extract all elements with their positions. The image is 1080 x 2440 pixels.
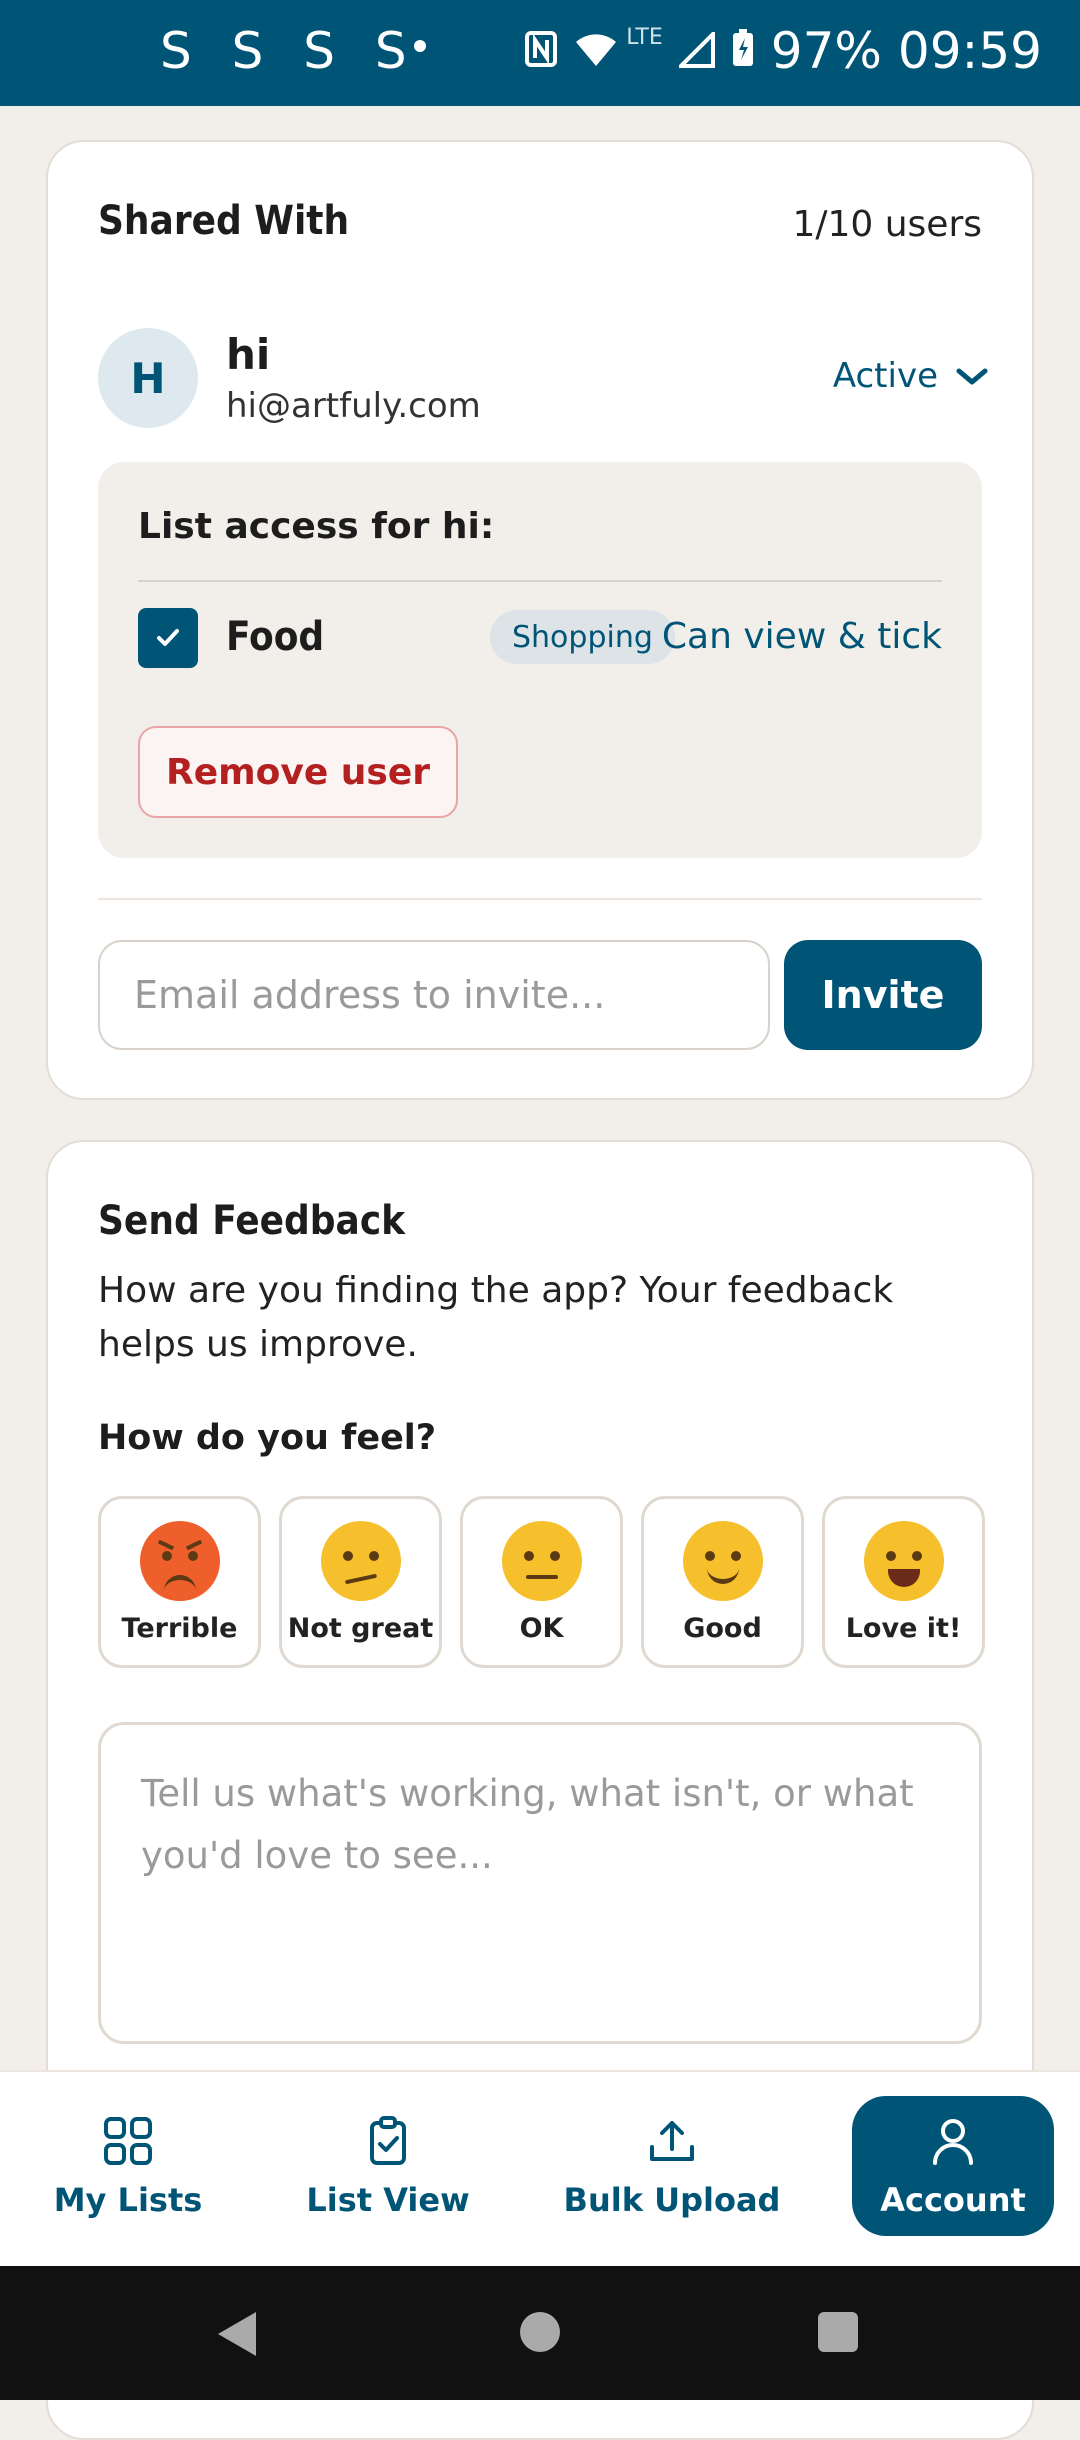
mood-ok-button[interactable]: OK	[460, 1496, 623, 1668]
mood-not-great-button[interactable]: Not great	[279, 1496, 442, 1668]
user-icon	[933, 2119, 973, 2165]
battery-charging-icon	[731, 22, 755, 80]
invite-button[interactable]: Invite	[784, 940, 982, 1050]
user-email: hi@artfuly.com	[226, 386, 481, 426]
mood-love-it-button[interactable]: Love it!	[822, 1496, 985, 1668]
user-status-dropdown[interactable]: Active	[833, 356, 988, 396]
grid-icon	[104, 2117, 152, 2165]
mood-terrible-button[interactable]: Terrible	[98, 1496, 261, 1668]
avatar: H	[98, 328, 198, 428]
user-status-label: Active	[832, 356, 938, 396]
nav-label: Bulk Upload	[563, 2181, 781, 2219]
mood-selector: Terrible Not great OK Good Love it!	[98, 1496, 985, 1668]
back-icon[interactable]	[218, 2312, 256, 2356]
nav-label: My Lists	[53, 2181, 203, 2219]
users-count: 1/10 users	[792, 204, 982, 245]
nav-label: Account	[880, 2181, 1026, 2219]
home-icon[interactable]	[520, 2312, 560, 2352]
slight-smile-face-icon	[682, 1520, 763, 1601]
lte-label: LTE	[626, 24, 663, 50]
invite-email-input[interactable]: Email address to invite...	[98, 940, 770, 1050]
upload-icon	[650, 2121, 694, 2161]
nav-bulk-upload[interactable]: Bulk Upload	[552, 2096, 792, 2236]
signal-icon	[675, 22, 715, 80]
status-icons: LTE 97% 09:59	[524, 22, 1042, 80]
list-name: Food	[226, 614, 325, 660]
confused-face-icon	[320, 1520, 401, 1601]
feedback-question: How do you feel?	[98, 1418, 437, 1458]
bottom-navigation: My Lists List View Bulk Upload Account	[0, 2070, 1080, 2268]
divider	[138, 580, 942, 582]
remove-user-button[interactable]: Remove user	[138, 726, 458, 818]
list-access-checkbox[interactable]	[138, 608, 198, 668]
mood-label: Not great	[287, 1612, 434, 1644]
checkmark-icon	[157, 629, 179, 646]
mood-label: Good	[683, 1612, 762, 1644]
permission-selector[interactable]: Can view & tick	[662, 616, 942, 657]
clipboard-check-icon	[370, 2116, 406, 2165]
battery-percent: 97%	[770, 22, 882, 80]
clock: 09:59	[897, 22, 1042, 80]
nav-list-view[interactable]: List View	[290, 2096, 486, 2236]
grinning-face-icon	[863, 1520, 944, 1601]
nav-my-lists[interactable]: My Lists	[30, 2096, 226, 2236]
feedback-description: How are you finding the app? Your feedba…	[98, 1270, 894, 1365]
wifi-icon	[574, 22, 618, 80]
nfc-icon	[524, 22, 558, 80]
nav-label: List View	[306, 2181, 470, 2219]
recent-apps-icon[interactable]	[818, 2312, 858, 2352]
list-access-panel: List access for hi: Food Shopping Can vi…	[98, 462, 982, 858]
chevron-down-icon	[956, 357, 988, 395]
feedback-title: Send Feedback	[98, 1198, 406, 1244]
user-name: hi	[226, 330, 271, 379]
neutral-face-icon	[501, 1520, 582, 1601]
feedback-textarea[interactable]: Tell us what's working, what isn't, or w…	[98, 1722, 982, 2044]
nav-account[interactable]: Account	[852, 2096, 1054, 2236]
mood-label: OK	[519, 1612, 564, 1644]
list-category-tag: Shopping	[490, 610, 675, 664]
shared-with-title: Shared With	[98, 198, 350, 244]
status-bar: S S S S LTE 97% 09:59	[0, 0, 1080, 106]
more-notifications-dot	[414, 40, 426, 52]
notification-icons: S S S S	[160, 22, 419, 80]
system-navigation-bar	[0, 2266, 1080, 2400]
list-access-title: List access for hi:	[138, 506, 495, 547]
divider	[98, 898, 982, 900]
angry-face-icon	[139, 1520, 220, 1601]
mood-label: Love it!	[845, 1612, 962, 1644]
mood-good-button[interactable]: Good	[641, 1496, 804, 1668]
mood-label: Terrible	[121, 1612, 238, 1644]
shared-with-card: Shared With 1/10 users H hi hi@artfuly.c…	[46, 140, 1034, 1100]
